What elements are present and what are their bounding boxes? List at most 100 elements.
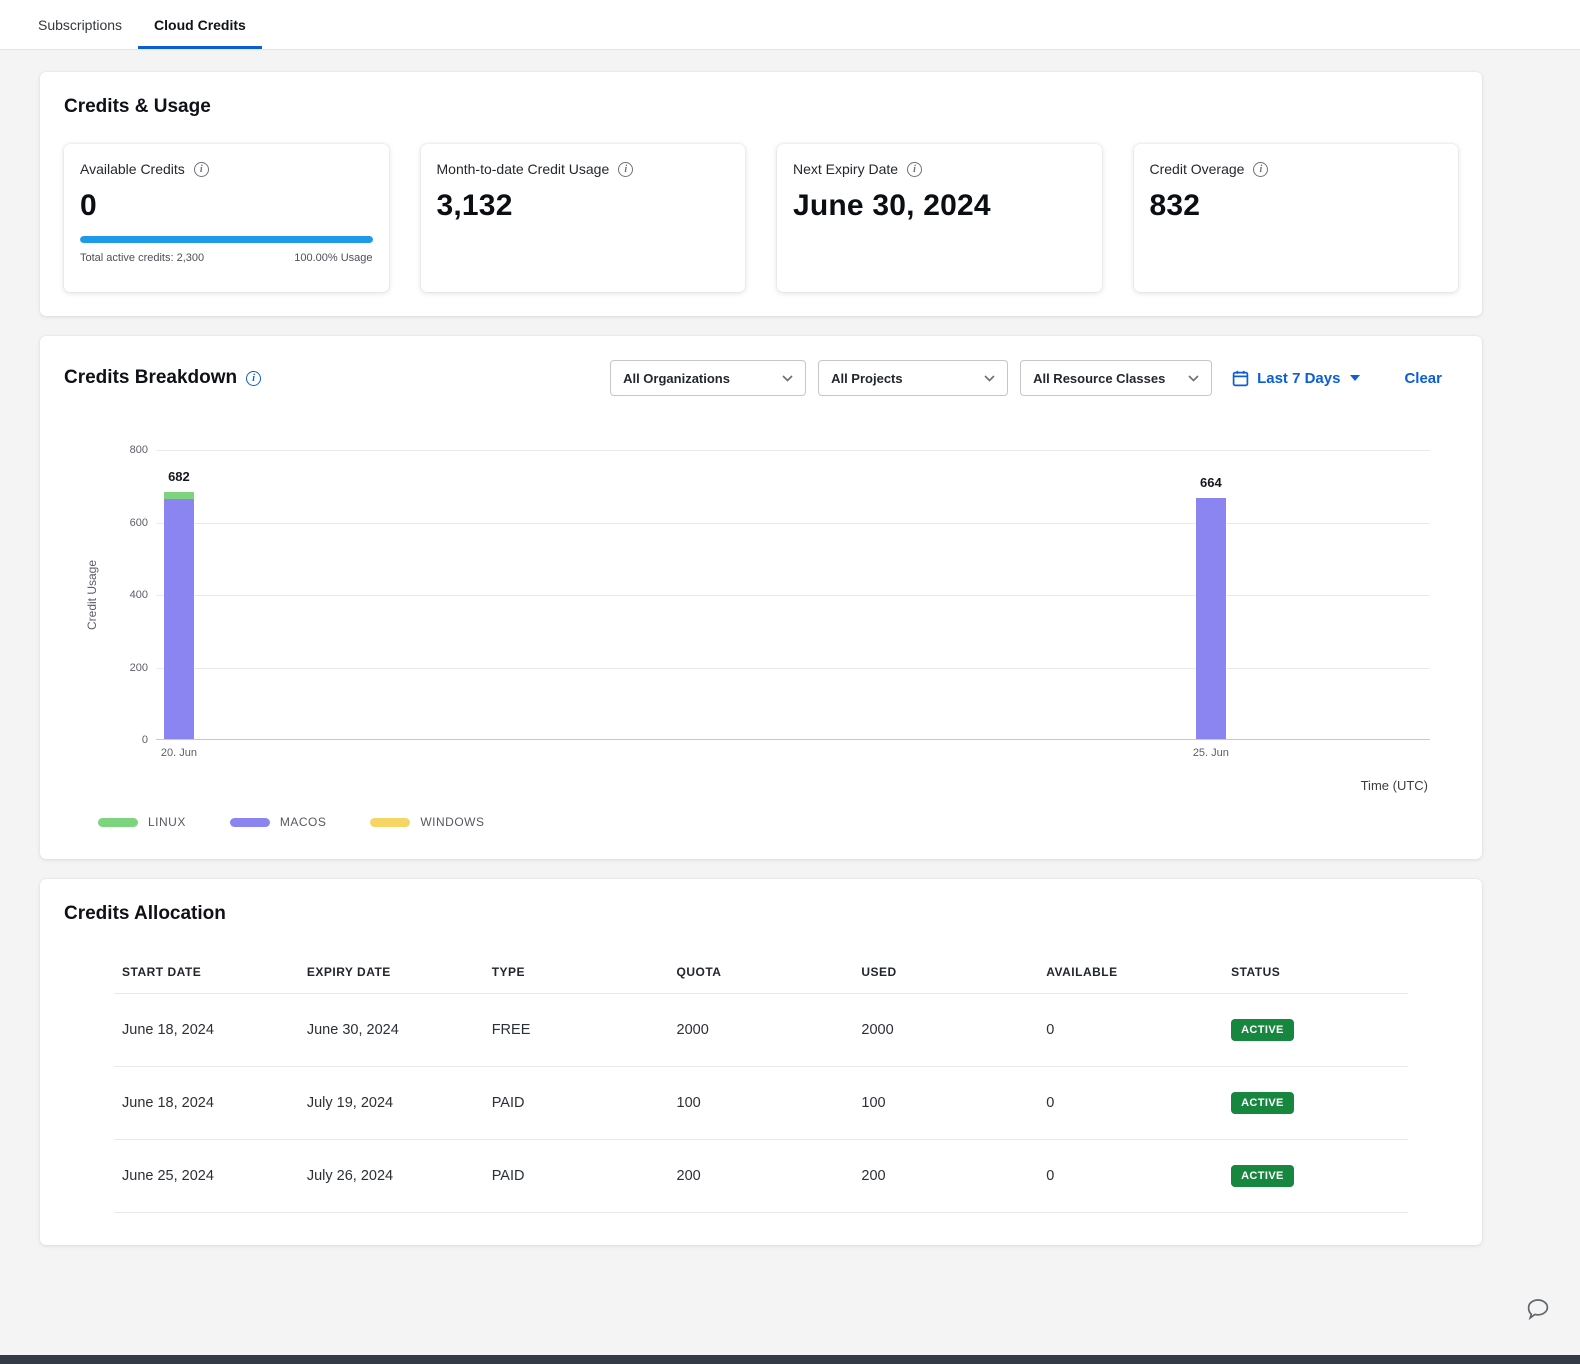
legend-swatch xyxy=(230,818,270,827)
table-row: June 25, 2024 July 26, 2024 PAID 200 200… xyxy=(114,1140,1408,1213)
cell-expiry-date: July 26, 2024 xyxy=(299,1140,484,1213)
credits-usage-section: Credits & Usage Available Credits i 0 To… xyxy=(40,72,1482,316)
credits-allocation-table-wrap: START DATE EXPIRY DATE TYPE QUOTA USED A… xyxy=(114,953,1408,1213)
bar-segment-linux xyxy=(164,492,194,499)
cell-available: 0 xyxy=(1038,994,1223,1067)
organizations-filter-value: All Organizations xyxy=(623,371,730,386)
main-content: Credits & Usage Available Credits i 0 To… xyxy=(40,72,1482,1245)
stat-card-next-expiry: Next Expiry Date i June 30, 2024 xyxy=(777,144,1102,292)
cell-used: 200 xyxy=(853,1140,1038,1213)
stat-card-available-credits: Available Credits i 0 Total active credi… xyxy=(64,144,389,292)
chart-y-axis: 0200400600800 xyxy=(104,450,148,740)
caret-down-icon xyxy=(1350,375,1360,381)
x-axis-title: Time (UTC) xyxy=(64,778,1458,793)
credit-overage-value: 832 xyxy=(1150,189,1443,223)
chevron-down-icon xyxy=(1188,375,1199,382)
credit-usage-chart: Credit Usage 0200400600800 68220. Jun664… xyxy=(64,450,1458,829)
cell-status: ACTIVE xyxy=(1223,994,1408,1067)
stat-label-row: Month-to-date Credit Usage i xyxy=(437,161,730,177)
organizations-filter[interactable]: All Organizations xyxy=(610,360,806,396)
next-expiry-label: Next Expiry Date xyxy=(793,161,898,177)
resource-classes-filter-value: All Resource Classes xyxy=(1033,371,1165,386)
column-header-quota: QUOTA xyxy=(669,953,854,994)
stat-label-row: Credit Overage i xyxy=(1150,161,1443,177)
cell-status: ACTIVE xyxy=(1223,1067,1408,1140)
y-axis-tick-label: 800 xyxy=(130,444,148,456)
legend-item-windows[interactable]: WINDOWS xyxy=(370,815,484,829)
legend-label: MACOS xyxy=(280,815,327,829)
credit-overage-label: Credit Overage xyxy=(1150,161,1245,177)
available-credits-value: 0 xyxy=(80,189,373,223)
y-axis-tick-label: 0 xyxy=(142,734,148,746)
info-icon[interactable]: i xyxy=(618,162,633,177)
credits-progress-footer: Total active credits: 2,300 100.00% Usag… xyxy=(80,252,373,264)
credits-progress-fill xyxy=(80,236,373,243)
credits-allocation-section: Credits Allocation START DATE EXPIRY DAT… xyxy=(40,879,1482,1245)
stat-card-credit-overage: Credit Overage i 832 xyxy=(1134,144,1459,292)
legend-label: LINUX xyxy=(148,815,186,829)
usage-percent-text: 100.00% Usage xyxy=(294,252,372,264)
cell-start-date: June 25, 2024 xyxy=(114,1140,299,1213)
status-badge: ACTIVE xyxy=(1231,1019,1294,1041)
stat-card-row: Available Credits i 0 Total active credi… xyxy=(64,144,1458,292)
cell-available: 0 xyxy=(1038,1140,1223,1213)
bar-total-label: 664 xyxy=(1200,475,1222,490)
cell-used: 2000 xyxy=(853,994,1038,1067)
clear-filters-link[interactable]: Clear xyxy=(1404,370,1442,387)
stat-label-row: Next Expiry Date i xyxy=(793,161,1086,177)
feedback-chat-button[interactable] xyxy=(1526,1298,1550,1320)
tab-subscriptions[interactable]: Subscriptions xyxy=(22,0,138,49)
cell-quota: 100 xyxy=(669,1067,854,1140)
chart-gridline xyxy=(156,668,1430,669)
projects-filter[interactable]: All Projects xyxy=(818,360,1008,396)
table-row: June 18, 2024 June 30, 2024 FREE 2000 20… xyxy=(114,994,1408,1067)
breakdown-filters: All Organizations All Projects All Resou… xyxy=(610,360,1458,396)
legend-item-macos[interactable]: MACOS xyxy=(230,815,327,829)
info-icon[interactable]: i xyxy=(246,371,261,386)
date-range-value: Last 7 Days xyxy=(1257,370,1340,387)
table-header-row: START DATE EXPIRY DATE TYPE QUOTA USED A… xyxy=(114,953,1408,994)
cell-quota: 200 xyxy=(669,1140,854,1213)
column-header-status: STATUS xyxy=(1223,953,1408,994)
info-icon[interactable]: i xyxy=(194,162,209,177)
cell-start-date: June 18, 2024 xyxy=(114,994,299,1067)
chart-gridline xyxy=(156,450,1430,451)
column-header-expiry-date: EXPIRY DATE xyxy=(299,953,484,994)
x-axis-tick-label: 20. Jun xyxy=(161,747,197,759)
calendar-icon xyxy=(1232,370,1249,387)
credits-breakdown-title-text: Credits Breakdown xyxy=(64,367,237,389)
chart-bar: 664 xyxy=(1196,498,1226,739)
credits-usage-title: Credits & Usage xyxy=(64,96,1458,118)
table-row: June 18, 2024 July 19, 2024 PAID 100 100… xyxy=(114,1067,1408,1140)
chart-gridline xyxy=(156,523,1430,524)
bar-segment-macos xyxy=(164,499,194,739)
legend-item-linux[interactable]: LINUX xyxy=(98,815,186,829)
date-range-filter[interactable]: Last 7 Days xyxy=(1232,370,1360,387)
credit-usage-chart-plot: 68220. Jun66425. Jun xyxy=(156,450,1430,740)
window-bottom-edge xyxy=(0,1355,1580,1364)
credits-allocation-table: START DATE EXPIRY DATE TYPE QUOTA USED A… xyxy=(114,953,1408,1213)
y-axis-tick-label: 200 xyxy=(130,662,148,674)
info-icon[interactable]: i xyxy=(907,162,922,177)
cell-type: PAID xyxy=(484,1067,669,1140)
mtd-usage-value: 3,132 xyxy=(437,189,730,223)
column-header-available: AVAILABLE xyxy=(1038,953,1223,994)
chevron-down-icon xyxy=(984,375,995,382)
info-icon[interactable]: i xyxy=(1253,162,1268,177)
projects-filter-value: All Projects xyxy=(831,371,903,386)
bar-total-label: 682 xyxy=(168,469,190,484)
cell-available: 0 xyxy=(1038,1067,1223,1140)
y-axis-tick-label: 600 xyxy=(130,517,148,529)
tab-cloud-credits[interactable]: Cloud Credits xyxy=(138,0,262,49)
cell-status: ACTIVE xyxy=(1223,1140,1408,1213)
status-badge: ACTIVE xyxy=(1231,1165,1294,1187)
resource-classes-filter[interactable]: All Resource Classes xyxy=(1020,360,1212,396)
y-axis-title: Credit Usage xyxy=(85,560,99,630)
credits-allocation-title: Credits Allocation xyxy=(64,903,1458,925)
cell-expiry-date: July 19, 2024 xyxy=(299,1067,484,1140)
y-axis-tick-label: 400 xyxy=(130,589,148,601)
chart-bar: 682 xyxy=(164,492,194,739)
legend-label: WINDOWS xyxy=(420,815,484,829)
mtd-usage-label: Month-to-date Credit Usage xyxy=(437,161,610,177)
chevron-down-icon xyxy=(782,375,793,382)
